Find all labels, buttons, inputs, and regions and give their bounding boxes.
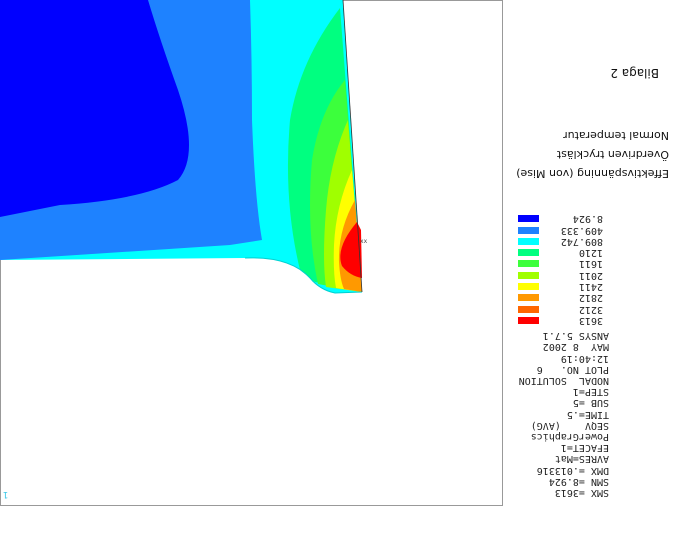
info-line: AVRES=Mat (554, 453, 609, 465)
title-line-3: Normal temperatur (563, 129, 669, 142)
info-line: PowerGraphics (530, 431, 609, 442)
legend-swatch (518, 271, 539, 279)
legend-value: 8.924 (572, 213, 603, 225)
triad-label: 1 (3, 489, 9, 499)
info-line: EFACET=1 (560, 442, 609, 454)
legend-value: 2411 (578, 281, 603, 293)
info-line: 12:40:19 (560, 352, 609, 364)
info-line: STEP=1 (572, 386, 609, 398)
legend-swatch (518, 283, 539, 291)
bilaga-label: Bilaga 2 (610, 66, 659, 80)
legend-swatch (518, 305, 539, 313)
info-line: SMX =3613 (554, 487, 609, 498)
info-line: DMX =.013316 (536, 464, 609, 476)
legend-value: 3212 (578, 303, 603, 315)
info-line: NODAL SOLUTION (518, 375, 609, 386)
stress-contour-plot (0, 0, 503, 506)
legend-value: 2812 (578, 292, 603, 304)
legend-swatch (518, 215, 539, 223)
info-line: ANSYS 5.7.1 (542, 330, 609, 342)
info-line: TIME=.5 (566, 408, 609, 420)
legend-swatch (518, 294, 539, 302)
contour-plot-viewport[interactable]: 1 xx (0, 0, 503, 506)
info-line: SEQV (AVG) (530, 419, 609, 431)
legend-value: 409.333 (560, 224, 603, 236)
legend-value: 809.742 (560, 235, 603, 247)
legend-swatch (518, 226, 539, 234)
node-marker: xx (360, 238, 368, 245)
legend-swatch (518, 249, 539, 257)
info-line: SUB =5 (572, 397, 609, 409)
info-line: SMN =8.924 (548, 475, 609, 487)
legend-value: 1611 (578, 258, 603, 270)
legend-value: 2011 (578, 269, 603, 281)
legend-swatch (518, 237, 539, 245)
legend-swatch (518, 260, 539, 268)
legend-panel: Bilaga 2 Effektivspänning (von Mise) Öve… (503, 0, 673, 506)
legend-swatch (518, 317, 539, 324)
title-line-1: Effektivspänning (von Mise) (516, 167, 669, 180)
title-line-2: Överdriven tryckläst (556, 148, 669, 161)
legend-value: 3613 (578, 315, 603, 326)
legend-value: 1210 (578, 247, 603, 259)
info-line: PLOT NO. 6 (536, 363, 609, 375)
info-line: MAY 8 2002 (542, 341, 609, 353)
